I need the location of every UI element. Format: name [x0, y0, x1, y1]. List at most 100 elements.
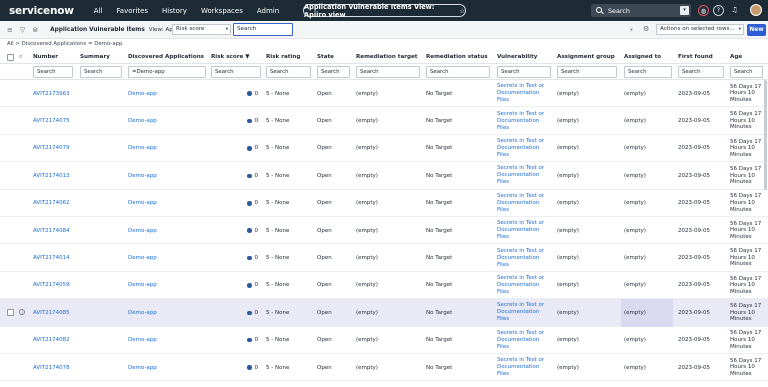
- table-row[interactable]: AVIT2174079 Demo-app 0 5 - None Open (empty) N…: [0, 135, 768, 163]
- help-icon[interactable]: ?: [713, 5, 724, 16]
- bell-icon[interactable]: ♫: [729, 5, 740, 16]
- cell-number[interactable]: AVIT2173963: [33, 80, 70, 107]
- cell-vulnerability[interactable]: Secrets in Test or Documentation Files: [497, 80, 553, 107]
- cell-vulnerability[interactable]: Secrets in Test or Documentation Files: [497, 354, 553, 381]
- table-row[interactable]: AVIT2174078 Demo-app 0 5 - None Open (empty) N…: [0, 354, 768, 382]
- cell-discovered-app[interactable]: Demo-app: [128, 162, 157, 189]
- col-summary[interactable]: Summary: [80, 54, 110, 60]
- cell-number[interactable]: AVIT2174014: [33, 244, 70, 271]
- filter-summary[interactable]: Search: [80, 66, 122, 78]
- filter-first-found[interactable]: Search: [678, 66, 724, 78]
- hamburger-menu-icon[interactable]: ≡: [7, 26, 13, 34]
- cell-discovered-app[interactable]: Demo-app: [128, 299, 157, 326]
- actions-select[interactable]: Actions on selected rows... ▾: [656, 24, 744, 35]
- filter-vulnerability[interactable]: Search: [497, 66, 551, 78]
- filter-number[interactable]: Search: [33, 66, 73, 78]
- breadcrumb[interactable]: All > Discovered Applications = Demo-app: [7, 41, 122, 47]
- global-search-input[interactable]: Search: [608, 7, 630, 15]
- filter-assignment-group[interactable]: Search: [557, 66, 617, 78]
- filter-remediation-status[interactable]: Search: [426, 66, 490, 78]
- table-row[interactable]: AVIT2174059 Demo-app 0 5 - None Open (empty) N…: [0, 272, 768, 300]
- select-all-checkbox[interactable]: [7, 54, 14, 61]
- table-row[interactable]: AVIT2174084 Demo-app 0 5 - None Open (empty) N…: [0, 217, 768, 245]
- context-title-pill[interactable]: Application Vulnerable Items View: Apiir…: [303, 3, 466, 19]
- col-discovered-apps[interactable]: Discovered Applications: [128, 54, 204, 60]
- cell-number[interactable]: AVIT2174075: [33, 107, 70, 134]
- col-risk-rating[interactable]: Risk rating: [266, 54, 300, 60]
- search-field-select[interactable]: Risk score ▾: [172, 24, 231, 35]
- col-first-found[interactable]: First found: [678, 54, 713, 60]
- filter-assigned-to[interactable]: Search: [624, 66, 672, 78]
- filter-state[interactable]: Search: [317, 66, 350, 78]
- cell-discovered-app[interactable]: Demo-app: [128, 107, 157, 134]
- table-row[interactable]: AVIT2174013 Demo-app 0 5 - None Open (empty) N…: [0, 162, 768, 190]
- table-row[interactable]: AVIT2174014 Demo-app 0 5 - None Open (empty) N…: [0, 244, 768, 272]
- search-scope-dropdown-icon[interactable]: ▾: [680, 6, 689, 15]
- cell-number[interactable]: AVIT2174062: [33, 190, 70, 217]
- cell-vulnerability[interactable]: Secrets in Test or Documentation Files: [497, 244, 553, 271]
- cell-discovered-app[interactable]: Demo-app: [128, 80, 157, 107]
- cell-number[interactable]: AVIT2174084: [33, 217, 70, 244]
- col-remediation-status[interactable]: Remediation status: [426, 54, 488, 60]
- info-icon[interactable]: i: [19, 309, 25, 316]
- cell-vulnerability[interactable]: Secrets in Test or Documentation Files: [497, 299, 553, 326]
- col-remediation-target[interactable]: Remediation target: [356, 54, 417, 60]
- table-row[interactable]: i AVIT2174085 Demo-app 0 5 - None Open (empty)…: [0, 299, 768, 327]
- table-row[interactable]: AVIT2174075 Demo-app 0 5 - None Open (empty) N…: [0, 107, 768, 135]
- cell-vulnerability[interactable]: Secrets in Test or Documentation Files: [497, 190, 553, 217]
- nav-all[interactable]: All: [94, 7, 103, 15]
- cell-vulnerability[interactable]: Secrets in Test or Documentation Files: [497, 272, 553, 299]
- col-vulnerability[interactable]: Vulnerability: [497, 54, 537, 60]
- connect-icon[interactable]: ⚡: [629, 26, 634, 34]
- list-search-input[interactable]: Search: [233, 23, 293, 36]
- cell-discovered-app[interactable]: Demo-app: [128, 354, 157, 381]
- nav-history[interactable]: History: [162, 7, 187, 15]
- vertical-scrollbar[interactable]: [764, 80, 767, 190]
- nav-favorites[interactable]: Favorites: [116, 7, 148, 15]
- filter-icon[interactable]: ▽: [20, 26, 25, 34]
- globe-icon[interactable]: ◍: [698, 5, 709, 16]
- list-options-icon[interactable]: ⊜: [32, 26, 38, 34]
- cell-number[interactable]: AVIT2174082: [33, 327, 70, 354]
- filter-discovered-apps[interactable]: =Demo-app: [128, 66, 206, 78]
- cell-discovered-app[interactable]: Demo-app: [128, 135, 157, 162]
- cell-discovered-app[interactable]: Demo-app: [128, 244, 157, 271]
- cell-number[interactable]: AVIT2174079: [33, 135, 70, 162]
- col-assignment-group[interactable]: Assignment group: [557, 54, 615, 60]
- cell-number[interactable]: AVIT2174085: [33, 299, 70, 326]
- row-checkbox[interactable]: [7, 309, 14, 317]
- filter-risk-rating[interactable]: Search: [266, 66, 311, 78]
- cell-number[interactable]: AVIT2174078: [33, 354, 70, 381]
- cell-number[interactable]: AVIT2174059: [33, 272, 70, 299]
- cell-vulnerability[interactable]: Secrets in Test or Documentation Files: [497, 162, 553, 189]
- col-number[interactable]: Number: [33, 54, 58, 60]
- col-risk-score[interactable]: Risk score ▼: [211, 54, 250, 60]
- cell-discovered-app[interactable]: Demo-app: [128, 272, 157, 299]
- nav-workspaces[interactable]: Workspaces: [201, 7, 243, 15]
- filter-remediation-target[interactable]: Search: [356, 66, 420, 78]
- user-avatar[interactable]: [750, 4, 762, 16]
- cell-vulnerability[interactable]: Secrets in Test or Documentation Files: [497, 107, 553, 134]
- table-row[interactable]: AVIT2174082 Demo-app 0 5 - None Open (empty) N…: [0, 327, 768, 354]
- star-icon[interactable]: ☆: [459, 7, 465, 15]
- cell-vulnerability[interactable]: Secrets in Test or Documentation Files: [497, 135, 553, 162]
- cell-number[interactable]: AVIT2174013: [33, 162, 70, 189]
- col-state[interactable]: State: [317, 54, 334, 60]
- col-age[interactable]: Age: [730, 54, 742, 60]
- column-search-icon[interactable]: ⌕: [19, 53, 22, 61]
- cell-discovered-app[interactable]: Demo-app: [128, 217, 157, 244]
- cell-discovered-app[interactable]: Demo-app: [128, 190, 157, 217]
- filter-age[interactable]: Search: [730, 66, 763, 78]
- new-button[interactable]: New: [747, 24, 766, 36]
- nav-admin[interactable]: Admin: [257, 7, 279, 15]
- global-search[interactable]: Search ▾: [591, 4, 691, 17]
- filter-risk-score[interactable]: Search: [211, 66, 261, 78]
- cell-discovered-app[interactable]: Demo-app: [128, 327, 157, 354]
- servicenow-logo[interactable]: servicenow: [9, 5, 74, 17]
- cell-vulnerability[interactable]: Secrets in Test or Documentation Files: [497, 217, 553, 244]
- col-assigned-to[interactable]: Assigned to: [624, 54, 661, 60]
- table-row[interactable]: AVIT2173963 Demo-app 0 5 - None Open (empty) N…: [0, 80, 768, 108]
- cell-vulnerability[interactable]: Secrets in Test or Documentation Files: [497, 327, 553, 354]
- table-row[interactable]: AVIT2174062 Demo-app 0 5 - None Open (empty) N…: [0, 190, 768, 217]
- settings-gear-icon[interactable]: ⚙: [643, 25, 649, 33]
